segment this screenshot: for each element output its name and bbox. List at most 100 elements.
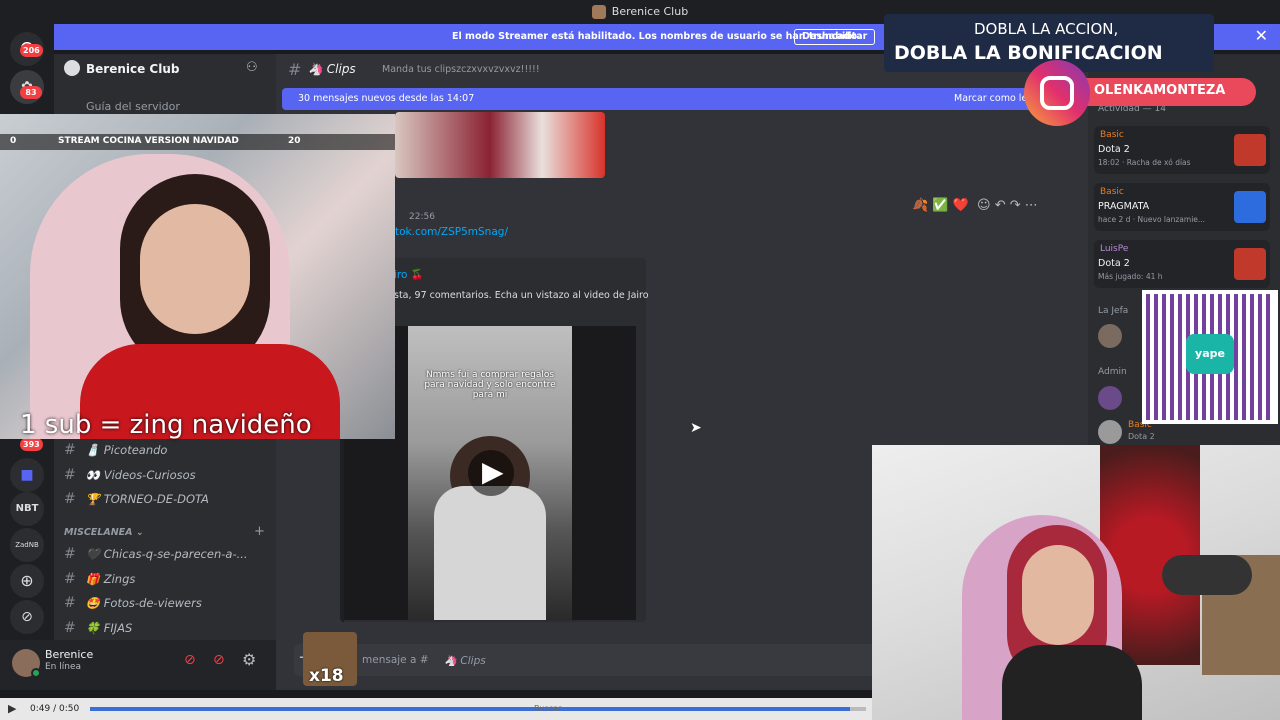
sub-text: 1 sub = zing navideño — [20, 410, 312, 440]
channel-label: Chicas-q-se-parecen-a-... — [103, 547, 248, 561]
disable-streamer-button[interactable]: Deshabilitar — [794, 29, 876, 45]
gear-icon[interactable]: ⚙ — [242, 650, 256, 669]
mark-as-read-button[interactable]: Marcar como leí — [954, 88, 1030, 110]
channel-emoji: 🍀 — [85, 621, 101, 635]
embed-description: sta, 97 comentarios. Echa un vistazo al … — [394, 290, 649, 301]
instagram-handle: OLENKAMONTEZA — [1094, 83, 1226, 98]
channel-emoji: 🏆 — [85, 492, 101, 506]
avatar[interactable] — [1098, 386, 1122, 410]
stream-title-bar: 0 STREAM COCINA VERSION NAVIDAD 20 — [0, 134, 395, 150]
channel-title: 🦄 Clips — [308, 62, 356, 76]
instagram-icon — [1024, 60, 1090, 126]
channel-label: Fotos-de-viewers — [103, 596, 202, 610]
user-status: En línea — [45, 662, 82, 672]
stream-title: STREAM COCINA VERSION NAVIDAD — [58, 136, 239, 146]
server-zadnb[interactable]: ZadNB — [10, 528, 44, 562]
reaction-heart[interactable]: ❤️ — [953, 198, 969, 213]
member-card[interactable]: Basic PRAGMATA hace 2 d · Nuevo lanzamie… — [1094, 183, 1270, 231]
hash-icon: # — [288, 60, 302, 79]
avatar[interactable] — [1098, 420, 1122, 444]
image-attachment[interactable] — [395, 112, 605, 178]
add-channel-icon[interactable]: + — [254, 524, 265, 539]
taskbar-search[interactable]: Buscar — [534, 698, 561, 720]
channel-videos-curiosos[interactable]: # 👀 Videos-Curiosos — [64, 467, 196, 483]
member-card[interactable]: Basic Dota 2 18:02 · Racha de xó días — [1094, 126, 1270, 174]
admin-game: Dota 2 — [1128, 432, 1155, 441]
new-messages-bar[interactable]: 30 mensajes nuevos desde las 14:07 Marca… — [282, 88, 1082, 110]
play-icon[interactable]: ▶ — [8, 698, 16, 720]
more-icon[interactable]: ⋯ — [1025, 198, 1038, 213]
progress-fill — [90, 707, 851, 711]
discover-icon[interactable]: ⊘ — [10, 600, 44, 634]
user-panel: Berenice En línea ⊘ ⊘ ⚙ — [0, 640, 276, 690]
folder-icon[interactable]: ■ — [10, 458, 44, 492]
mention-badge: 206 — [20, 44, 43, 57]
channel-picoteando[interactable]: # 🧂 Picoteando — [64, 442, 167, 458]
server-guide[interactable]: Guía del servidor — [86, 100, 180, 113]
channel-torneo-de-dota[interactable]: # 🏆 TORNEO-DE-DOTA — [64, 491, 209, 507]
reaction-leaf[interactable]: 🍂 — [912, 198, 928, 213]
channel-fotos-de-viewers[interactable]: # 🤩 Fotos-de-viewers — [64, 595, 202, 611]
close-icon[interactable]: ✕ — [1255, 26, 1268, 45]
server-icon — [591, 5, 606, 19]
play-icon: ▶ — [482, 455, 504, 488]
member-game: Dota 2 — [1098, 144, 1130, 155]
mute-mic-icon[interactable]: ⊘ — [184, 652, 196, 668]
forward-icon[interactable]: ↷ — [1010, 198, 1021, 213]
avatar[interactable] — [1098, 324, 1122, 348]
counter-left: 0 — [10, 136, 17, 146]
channel-zings[interactable]: # 🎁 Zings — [64, 571, 135, 587]
category-miscelanea[interactable]: MISCELANEA ⌄ — [64, 527, 144, 538]
channel-fijas[interactable]: # 🍀 FIJAS — [64, 620, 132, 636]
counter-right: 20 — [288, 136, 301, 146]
composer-channel: 🦄 Clips — [444, 655, 486, 667]
yape-logo: yape — [1186, 334, 1234, 374]
member-detail: hace 2 d · Nuevo lanzamie... — [1098, 215, 1206, 224]
person-face — [140, 204, 250, 334]
reaction-check[interactable]: ✅ — [932, 198, 948, 213]
server-nbt[interactable]: NBT — [10, 492, 44, 526]
video-player-bar: ▶ 0:49 / 0:50 Buscar — [0, 698, 872, 720]
member-detail: Más jugado: 41 h — [1098, 272, 1163, 281]
reply-icon[interactable]: ↶ — [995, 198, 1006, 213]
channel-label: Videos-Curiosos — [103, 468, 196, 482]
channel-emoji: 🖤 — [85, 547, 101, 561]
online-status-icon — [31, 668, 41, 678]
message-link[interactable]: tok.com/ZSP5mSnag/ — [395, 226, 508, 238]
pragmata-icon — [1234, 191, 1266, 223]
member-game: PRAGMATA — [1098, 201, 1150, 212]
channel-label: Picoteando — [103, 443, 168, 457]
qr-code: yape — [1142, 290, 1278, 424]
promo-line-2: DOBLA LA BONIFICACION — [894, 42, 1163, 64]
add-server-icon[interactable]: ⊕ — [10, 564, 44, 598]
instagram-glyph — [1040, 76, 1074, 110]
screen: Berenice Club ᗣ 206 ✿ 83 393 ■ NBT ZadNB… — [0, 0, 1280, 720]
channel-label: FIJAS — [103, 621, 133, 635]
member-tag: Basic — [1100, 187, 1124, 197]
channel-emoji: 🎁 — [85, 572, 101, 586]
sticker-label: x18 — [309, 666, 344, 686]
channel-topic: Manda tus clipszczxvxvzvxvz!!!!! — [382, 64, 540, 75]
video-caption: Nmms fui a comprar regalos para navidad … — [424, 370, 556, 400]
person-face — [1022, 545, 1094, 645]
chevron-down-icon[interactable]: ⌄ — [164, 60, 172, 71]
webcam-streamer: 0 STREAM COCINA VERSION NAVIDAD 20 1 sub… — [0, 114, 395, 440]
add-reaction-icon[interactable]: ☺ — [977, 198, 991, 213]
deafen-icon[interactable]: ⊘ — [213, 652, 225, 668]
member-game: Dota 2 — [1098, 258, 1130, 269]
section-la-jefa: La Jefa — [1098, 306, 1129, 316]
dota-icon — [1234, 134, 1266, 166]
progress-track[interactable] — [90, 707, 866, 711]
member-card[interactable]: LuisPe Dota 2 Más jugado: 41 h — [1094, 240, 1270, 288]
channel-chicas[interactable]: # 🖤 Chicas-q-se-parecen-a-... — [64, 546, 248, 562]
window-title: Berenice Club — [611, 5, 689, 18]
member-tag: Basic — [1100, 130, 1124, 140]
streamer-mode-bar: El modo Streamer está habilitado. Los no… — [54, 24, 882, 50]
user-name: Berenice — [45, 648, 94, 661]
channel-label: TORNEO-DE-DOTA — [103, 492, 209, 506]
embed-title[interactable]: iro 🍒 — [394, 268, 424, 281]
play-button[interactable]: ▶ — [468, 450, 514, 496]
server-avatar — [64, 60, 80, 76]
composer-placeholder: mensaje a # — [362, 654, 429, 666]
add-member-icon[interactable]: ⚇ — [246, 60, 258, 75]
